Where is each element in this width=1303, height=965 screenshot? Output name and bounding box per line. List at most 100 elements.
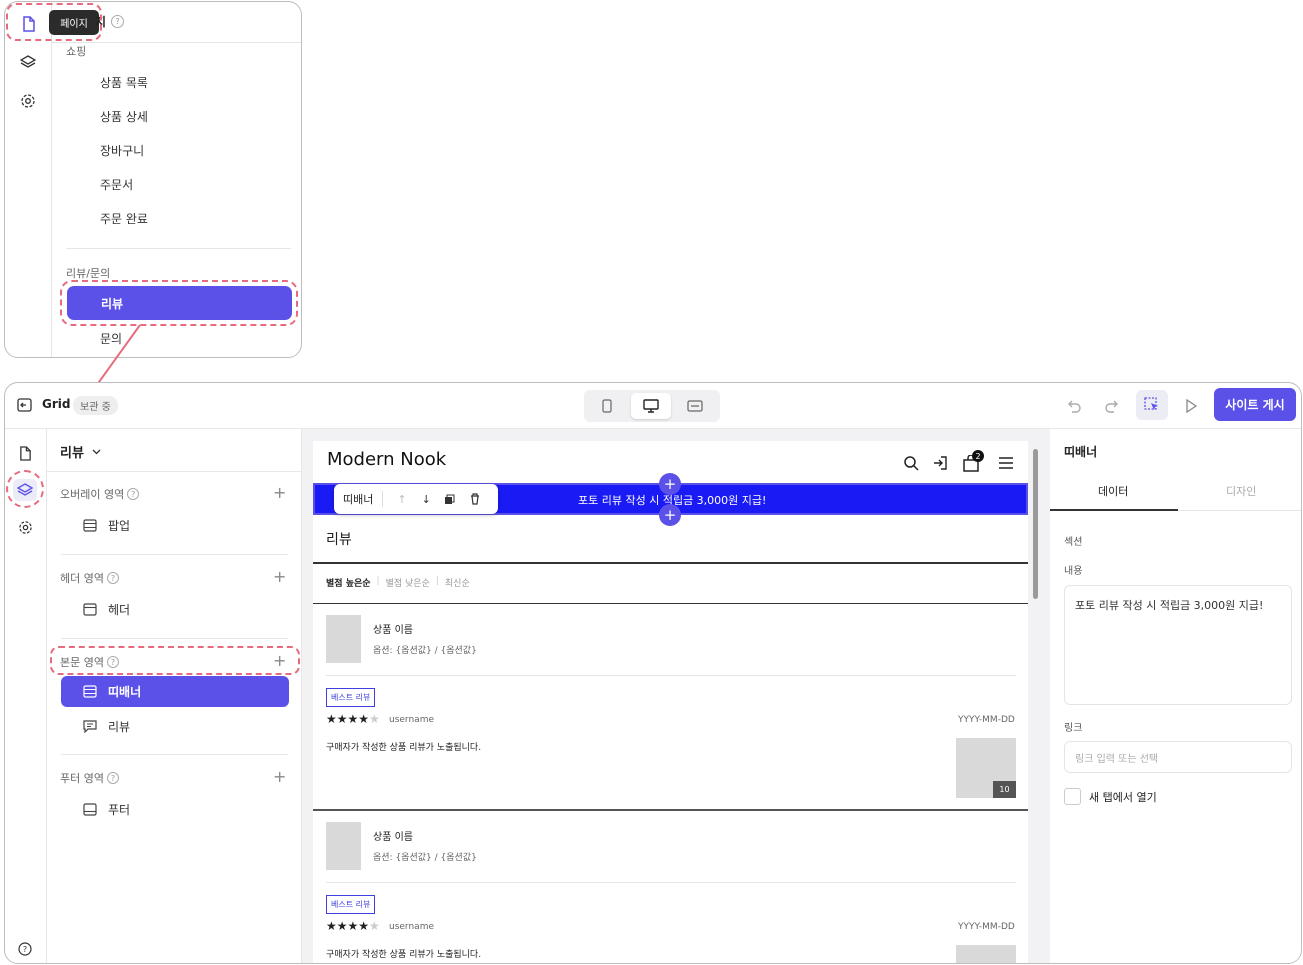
redo-icon[interactable] [1101, 395, 1123, 417]
link-input[interactable]: 링크 입력 또는 선택 [1064, 741, 1292, 773]
block-toolbar-label: 띠배너 [343, 491, 384, 507]
area-divider [61, 554, 288, 555]
fullwidth-icon [687, 400, 703, 412]
select-cursor-icon [1144, 397, 1158, 410]
desktop-icon [643, 399, 659, 413]
duplicate-icon[interactable] [444, 490, 455, 509]
area-overlay-label: 오버레이 영역? [60, 486, 140, 502]
left-rail: ? [5, 429, 47, 963]
review-rule [313, 809, 1028, 811]
fullwidth-view-button[interactable] [675, 393, 715, 419]
page-selector-label: 리뷰 [60, 446, 84, 461]
footer-layer-icon [83, 803, 97, 816]
content-textarea[interactable]: 포토 리뷰 작성 시 적립금 3,000원 지급! [1064, 585, 1292, 705]
panel-title: 띠배너 [1064, 445, 1098, 459]
add-overlay-button[interactable]: + [273, 483, 286, 502]
sort-options: 별점 높은순 | 별점 낮은순 | 최신순 [326, 576, 470, 589]
section-label: 섹션 [1064, 537, 1083, 548]
mobile-icon [602, 399, 612, 413]
review-date: YYYY-MM-DD [958, 922, 1015, 932]
layer-header[interactable]: 헤더 [83, 601, 130, 618]
area-divider [61, 754, 288, 755]
review-username: username [389, 715, 434, 725]
desktop-view-button[interactable] [631, 393, 671, 419]
block-toolbar: 띠배너 ↑ ↓ [334, 484, 498, 514]
area-divider [61, 638, 288, 639]
review-layer-icon [83, 720, 97, 733]
review-divider [326, 882, 1016, 883]
canvas-scrollbar[interactable] [1033, 449, 1038, 599]
sort-option[interactable]: 최신순 [445, 576, 470, 589]
highlight-body-area [50, 646, 300, 675]
new-tab-checkbox[interactable] [1064, 788, 1081, 805]
review-page-title: 리뷰 [326, 532, 352, 548]
review-divider [326, 675, 1016, 676]
gear-icon[interactable] [14, 517, 36, 537]
product-options: 옵션: {옵션값} / {옵션값} [373, 646, 477, 656]
search-icon[interactable] [901, 453, 921, 473]
svg-text:?: ? [23, 945, 27, 954]
publish-button[interactable]: 사이트 게시 [1214, 388, 1296, 421]
product-thumbnail [326, 822, 361, 870]
sort-option[interactable]: 별점 높은순 [326, 576, 371, 589]
add-block-below-button[interactable]: + [659, 504, 681, 526]
add-block-above-button[interactable]: + [659, 473, 681, 495]
brand-logo[interactable]: Modern Nook [327, 449, 446, 470]
cart-count-badge: 2 [972, 450, 984, 462]
move-down-icon[interactable]: ↓ [422, 493, 431, 506]
best-review-tag: 베스트 리뷰 [326, 688, 376, 707]
canvas-area: Modern Nook 2 포토 리뷰 작성 시 적립금 3,000원 지급! … [302, 429, 1050, 963]
menu-icon[interactable] [996, 453, 1016, 473]
properties-panel: 띠배너 데이터 디자인 섹션 내용 포토 리뷰 작성 시 적립금 3,000원 … [1050, 429, 1301, 963]
page-selector[interactable]: 리뷰 [60, 442, 101, 461]
undo-icon[interactable] [1063, 395, 1085, 417]
tab-indicator [1050, 509, 1178, 511]
trash-icon[interactable] [470, 490, 480, 509]
tab-data[interactable]: 데이터 [1098, 483, 1128, 499]
top-bar: Grid 보관 중 사이트 게시 [5, 383, 1301, 429]
device-switcher [584, 390, 720, 422]
rating-stars: ★★★★★ [326, 919, 380, 933]
product-options: 옵션: {옵션값} / {옵션값} [373, 853, 477, 863]
app-name: Grid [42, 397, 71, 411]
photo-count-badge: 10 [993, 781, 1016, 798]
help-circle-icon[interactable]: ? [15, 939, 35, 959]
page-icon[interactable] [15, 443, 35, 463]
layer-popup[interactable]: 팝업 [83, 517, 130, 534]
select-mode-button[interactable] [1136, 390, 1168, 420]
review-body: 구매자가 작성한 상품 리뷰가 노출됩니다. [326, 743, 482, 753]
status-badge: 보관 중 [73, 396, 118, 415]
add-header-button[interactable]: + [273, 567, 286, 586]
best-review-tag: 베스트 리뷰 [326, 895, 376, 914]
layer-band-banner-active[interactable]: 띠배너 [61, 676, 289, 707]
review-photo[interactable] [956, 945, 1016, 963]
popup-layer-icon [83, 519, 97, 532]
banner-layer-icon [83, 685, 97, 698]
product-thumbnail [326, 615, 361, 663]
tab-design[interactable]: 디자인 [1226, 483, 1256, 499]
product-name[interactable]: 상품 이름 [373, 828, 413, 843]
link-label: 링크 [1064, 723, 1083, 734]
help-icon[interactable]: ? [127, 488, 140, 500]
login-icon[interactable] [930, 453, 950, 473]
layer-panel: 리뷰 오버레이 영역? + 팝업 헤더 영역? + 헤더 본문 영역? + 띠배… [47, 429, 302, 963]
help-icon[interactable]: ? [106, 772, 119, 784]
highlight-layers-icon [6, 470, 44, 508]
editor-window: Grid 보관 중 사이트 게시 ? 리뷰 오버레이 영역 ? + 팝업 헤더 … [4, 382, 1302, 964]
new-tab-label: 새 탭에서 열기 [1089, 790, 1157, 804]
preview-page: Modern Nook 2 포토 리뷰 작성 시 적립금 3,000원 지급! … [313, 441, 1028, 963]
new-tab-option[interactable]: 새 탭에서 열기 [1064, 788, 1157, 805]
header-layer-icon [83, 603, 97, 616]
chevron-down-icon [92, 449, 101, 454]
move-up-icon[interactable]: ↑ [397, 493, 406, 506]
help-icon[interactable]: ? [106, 572, 119, 584]
layer-footer[interactable]: 푸터 [83, 801, 130, 818]
mobile-view-button[interactable] [587, 393, 627, 419]
exit-icon[interactable] [15, 396, 33, 414]
layer-review[interactable]: 리뷰 [83, 718, 130, 735]
area-footer-label: 푸터 영역? [60, 770, 119, 786]
product-name[interactable]: 상품 이름 [373, 621, 413, 636]
preview-play-icon[interactable] [1180, 395, 1202, 417]
add-footer-button[interactable]: + [273, 767, 286, 786]
sort-option[interactable]: 별점 낮은순 [386, 576, 430, 589]
